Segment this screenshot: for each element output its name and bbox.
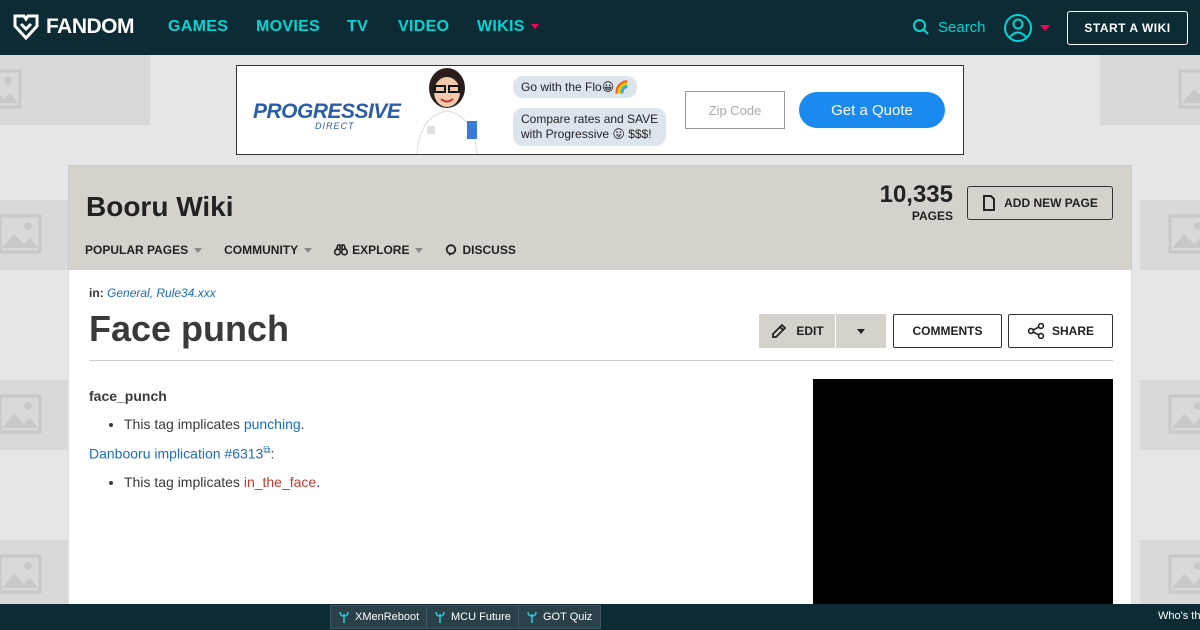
trending-bar: XMenReboot MCU Future GOT Quiz Who's th <box>0 604 1200 630</box>
wiki-local-navigation: POPULAR PAGES COMMUNITY EXPLORE DISCUSS <box>85 243 538 257</box>
external-link-icon: ⧉ <box>263 445 271 456</box>
chevron-down-icon <box>857 328 865 334</box>
fandom-logo[interactable]: FANDOM <box>12 13 135 41</box>
nav-explore-label: EXPLORE <box>352 243 410 257</box>
trending-item-label: XMenReboot <box>355 611 420 623</box>
categories-prefix: in: <box>89 286 104 300</box>
new-page-icon <box>983 195 996 211</box>
implication-line: Danbooru implication #6313⧉: <box>89 445 275 462</box>
zip-code-input[interactable]: Zip Code <box>685 91 785 129</box>
share-label: SHARE <box>1051 324 1094 338</box>
page-title: Face punch <box>89 308 290 349</box>
nav-link-movies[interactable]: MOVIES <box>256 18 320 36</box>
placeholder-image-icon <box>0 380 70 450</box>
nav-community-label: COMMUNITY <box>224 243 299 257</box>
placeholder-image-icon <box>1140 380 1200 450</box>
user-icon <box>1004 14 1032 42</box>
placeholder-image-icon <box>0 55 50 125</box>
add-new-page-label: ADD NEW PAGE <box>1004 196 1098 210</box>
list-item-text: This tag implicates <box>124 416 244 432</box>
placeholder-image-icon <box>50 55 150 125</box>
chevron-down-icon <box>194 247 203 253</box>
advertisement-banner[interactable]: PROGRESSIVE DIRECT Go with the Flo😀🌈 Com… <box>236 65 964 155</box>
ad-bubble-2-line2: with Progressive 😛 $$$! <box>521 127 652 141</box>
get-a-quote-button[interactable]: Get a Quote <box>799 92 945 128</box>
edit-button[interactable]: EDIT <box>759 314 836 348</box>
edit-button-group: EDIT <box>759 314 886 348</box>
nav-explore[interactable]: EXPLORE <box>334 243 424 257</box>
category-links[interactable]: General, Rule34.xxx <box>107 286 216 300</box>
trending-item-label: GOT Quiz <box>543 611 593 623</box>
article-body: face_punch This tag implicates punching.… <box>89 388 320 503</box>
wiki-title[interactable]: Booru Wiki <box>86 191 234 223</box>
fandom-heart-icon <box>13 14 39 41</box>
tag-link-in-the-face[interactable]: in_the_face <box>244 474 316 490</box>
start-a-wiki-button[interactable]: START A WIKI <box>1067 11 1188 45</box>
placeholder-image-icon <box>1140 540 1200 610</box>
title-divider <box>89 360 1113 361</box>
placeholder-image-icon <box>1140 200 1200 270</box>
global-navigation: FANDOM GAMES MOVIES TV VIDEO WIKIS Searc… <box>0 0 1200 55</box>
edit-label: EDIT <box>796 324 824 338</box>
video-player[interactable] <box>813 379 1113 619</box>
nav-link-tv[interactable]: TV <box>347 18 368 36</box>
article-content: in: General, Rule34.xxx Face punch EDIT … <box>68 270 1132 619</box>
nav-community[interactable]: COMMUNITY <box>224 243 313 257</box>
placeholder-image-icon <box>0 200 70 270</box>
nav-link-wikis-label: WIKIS <box>477 18 525 35</box>
search-icon <box>913 19 929 35</box>
nav-link-wikis[interactable]: WIKIS <box>477 18 539 36</box>
trending-item-label: MCU Future <box>451 611 511 623</box>
trending-item-xmenreboot[interactable]: XMenReboot <box>330 605 429 629</box>
edit-dropdown-button[interactable] <box>836 314 886 348</box>
nav-discuss-label: DISCUSS <box>462 243 516 257</box>
chevron-down-icon <box>530 24 539 30</box>
ad-bubble-1: Go with the Flo😀🌈 <box>513 76 638 98</box>
antenna-icon <box>339 611 349 623</box>
chevron-down-icon[interactable] <box>1040 25 1050 31</box>
user-avatar-button[interactable] <box>1003 13 1033 48</box>
nav-link-games[interactable]: GAMES <box>168 18 228 36</box>
implication-list: This tag implicates in_the_face. <box>124 474 320 491</box>
nav-popular-pages[interactable]: POPULAR PAGES <box>85 243 203 257</box>
comments-button[interactable]: COMMENTS <box>893 314 1002 348</box>
nav-popular-pages-label: POPULAR PAGES <box>85 243 189 257</box>
binoculars-icon <box>334 244 349 256</box>
antenna-icon <box>527 611 537 623</box>
list-item: This tag implicates in_the_face. <box>124 474 320 491</box>
placeholder-image-icon <box>1150 55 1200 125</box>
page-count-value: 10,335 <box>879 181 953 208</box>
chevron-down-icon <box>304 247 313 253</box>
discussion-bubble-icon <box>446 243 457 256</box>
search-button[interactable]: Search <box>912 18 986 36</box>
pencil-icon <box>772 323 787 338</box>
ad-bubble-2: Compare rates and SAVE with Progressive … <box>513 108 667 146</box>
chevron-down-icon <box>415 247 424 253</box>
search-label: Search <box>938 18 986 36</box>
ad-spokesperson-image <box>416 68 478 154</box>
logo-text: FANDOM <box>46 15 135 38</box>
antenna-icon <box>435 611 445 623</box>
trending-item-got-quiz[interactable]: GOT Quiz <box>518 605 602 629</box>
list-item: This tag implicates punching. <box>124 416 320 433</box>
list-item-text: This tag implicates <box>124 473 244 490</box>
add-new-page-button[interactable]: ADD NEW PAGE <box>967 186 1113 220</box>
trending-right-text[interactable]: Who's th <box>1158 610 1200 622</box>
placeholder-image-icon <box>0 540 70 610</box>
ad-bubble-2-line1: Compare rates and SAVE <box>521 112 659 126</box>
tag-link-punching[interactable]: punching <box>244 416 301 432</box>
share-button[interactable]: SHARE <box>1008 314 1113 348</box>
implication-list: This tag implicates punching. <box>124 416 320 433</box>
nav-link-video[interactable]: VIDEO <box>398 18 449 36</box>
nav-discuss[interactable]: DISCUSS <box>445 243 516 257</box>
page-counter: 10,335 PAGES <box>880 181 953 223</box>
wiki-header: Booru Wiki 10,335 PAGES ADD NEW PAGE POP… <box>68 165 1132 270</box>
danbooru-implication-link[interactable]: Danbooru implication #6313 <box>89 446 263 462</box>
trending-item-mcu-future[interactable]: MCU Future <box>426 605 520 629</box>
tag-name: face_punch <box>89 388 167 404</box>
article-categories: in: General, Rule34.xxx <box>89 286 216 300</box>
page-count-label: PAGES <box>911 209 953 223</box>
share-icon <box>1027 323 1045 339</box>
ad-brand-sub: DIRECT <box>315 121 355 131</box>
